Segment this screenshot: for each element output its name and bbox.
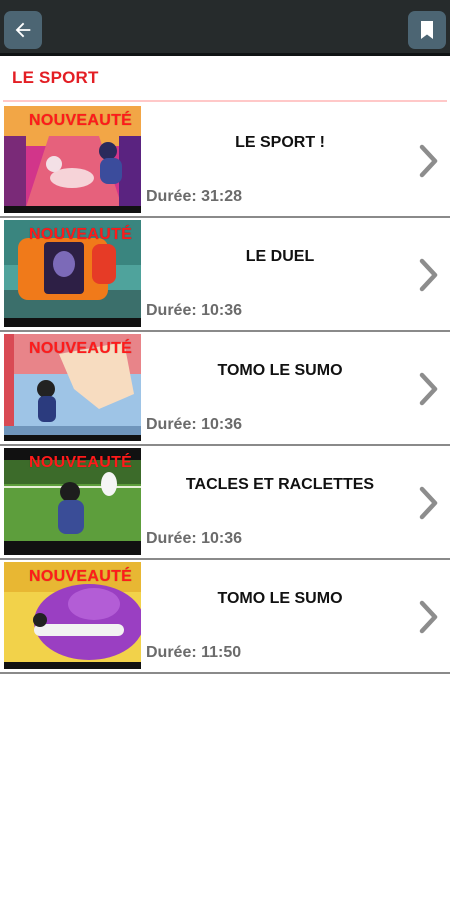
episode-row[interactable]: NOUVEAUTÉ LE SPORT ! Durée: 31:28 [0,104,450,218]
episode-title: TACLES ET RACLETTES [185,476,375,493]
arrow-left-icon [15,22,31,38]
top-app-bar [0,0,450,56]
episode-duration: Durée: 31:28 [146,188,243,205]
chevron-right-icon [419,372,438,406]
chevron-right-icon [419,486,438,520]
episode-duration: Durée: 10:36 [146,302,243,319]
chevron-right-icon [419,600,438,634]
back-button[interactable] [4,11,42,49]
new-badge: NOUVEAUTÉ [29,112,133,129]
episode-list: NOUVEAUTÉ LE SPORT ! Durée: 31:28 NOUVEA… [0,104,450,674]
episode-row[interactable]: NOUVEAUTÉ LE DUEL Durée: 10:36 [0,218,450,332]
new-badge: NOUVEAUTÉ [29,226,133,243]
episode-duration: Durée: 11:50 [146,644,242,661]
section-divider [3,100,447,102]
episode-thumbnail: NOUVEAUTÉ [4,106,141,213]
episode-thumbnail: NOUVEAUTÉ [4,334,141,441]
episode-title: TOMO LE SUMO [217,362,343,379]
bookmark-button[interactable] [408,11,446,49]
chevron-right-icon [419,144,438,178]
new-badge: NOUVEAUTÉ [29,568,133,585]
episode-duration: Durée: 10:36 [146,530,243,547]
episode-thumbnail: NOUVEAUTÉ [4,562,141,669]
episode-title: TOMO LE SUMO [217,590,343,607]
new-badge: NOUVEAUTÉ [29,340,133,357]
episode-row[interactable]: NOUVEAUTÉ TOMO LE SUMO Durée: 10:36 [0,332,450,446]
episode-row[interactable]: NOUVEAUTÉ TACLES ET RACLETTES Durée: 10:… [0,446,450,560]
chevron-right-icon [419,258,438,292]
episode-title: LE SPORT ! [235,134,325,151]
bookmark-icon [421,21,433,39]
episode-thumbnail: NOUVEAUTÉ [4,448,141,555]
episode-title: LE DUEL [245,248,315,265]
episode-row[interactable]: NOUVEAUTÉ TOMO LE SUMO Durée: 11:50 [0,560,450,674]
new-badge: NOUVEAUTÉ [29,454,133,471]
episode-duration: Durée: 10:36 [146,416,243,433]
section-title: LE SPORT [12,68,99,87]
episode-thumbnail: NOUVEAUTÉ [4,220,141,327]
